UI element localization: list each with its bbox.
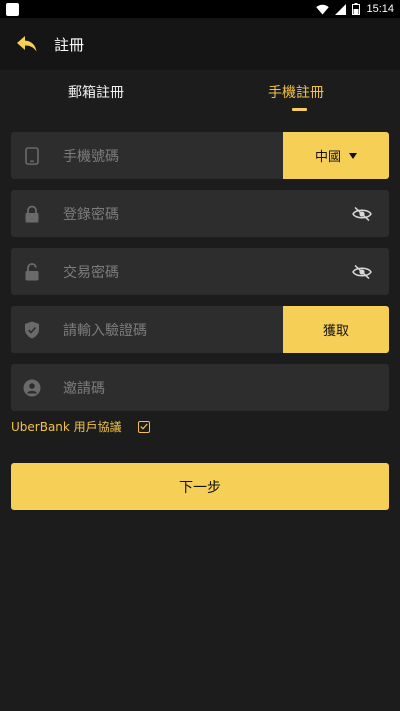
wifi-icon <box>316 4 330 14</box>
status-time: 15:14 <box>366 3 394 15</box>
phone-field[interactable]: 手機號碼 中國 <box>11 132 389 179</box>
captcha-field[interactable]: 請輸入驗證碼 獲取 <box>11 306 389 353</box>
back-arrow-icon <box>17 36 37 52</box>
back-button[interactable] <box>12 29 42 59</box>
check-icon <box>140 423 148 430</box>
shield-icon <box>23 321 41 339</box>
register-tabs: 郵箱註冊 手機註冊 <box>0 70 400 122</box>
page-title: 註冊 <box>54 35 85 54</box>
agreement-checkbox[interactable] <box>137 420 150 433</box>
country-select-button[interactable]: 中國 <box>283 132 389 179</box>
tab-email-register[interactable]: 郵箱註冊 <box>68 82 124 102</box>
login-password-field[interactable]: 登錄密碼 <box>11 190 389 237</box>
next-step-button[interactable]: 下一步 <box>11 463 389 510</box>
tab-phone-register[interactable]: 手機註冊 <box>268 82 324 102</box>
user-agreement-link[interactable]: UberBank 用戶協議 <box>11 418 122 435</box>
tab-active-indicator <box>292 108 307 111</box>
user-icon <box>23 379 41 397</box>
login-password-input[interactable]: 登錄密碼 <box>63 204 351 224</box>
signal-icon <box>335 3 347 15</box>
chevron-down-icon <box>349 152 357 159</box>
eye-off-icon <box>352 206 372 221</box>
user-agreement: UberBank 用戶協議 <box>11 418 150 435</box>
get-captcha-button[interactable]: 獲取 <box>283 306 389 353</box>
eye-off-icon <box>352 264 372 279</box>
lock-icon <box>23 205 41 223</box>
battery-icon <box>352 3 361 15</box>
password-visibility-toggle[interactable] <box>351 206 373 222</box>
invite-code-field[interactable]: 邀請碼 <box>11 364 389 411</box>
status-bar: 15:14 <box>0 0 400 18</box>
country-label: 中國 <box>314 150 341 165</box>
trade-password-field[interactable]: 交易密碼 <box>11 248 389 295</box>
unlock-icon <box>23 262 41 281</box>
trade-password-input[interactable]: 交易密碼 <box>63 262 351 282</box>
trade-password-visibility-toggle[interactable] <box>351 264 373 280</box>
invite-code-input[interactable]: 邀請碼 <box>63 378 389 398</box>
notification-icon <box>6 2 19 16</box>
phone-icon <box>23 146 41 165</box>
app-header: 註冊 <box>0 18 400 70</box>
